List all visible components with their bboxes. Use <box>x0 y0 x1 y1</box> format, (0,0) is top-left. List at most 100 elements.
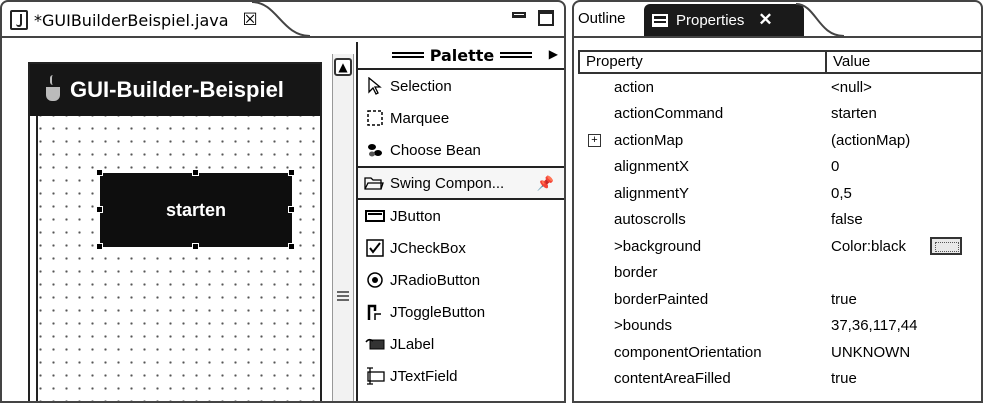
property-name: alignmentY <box>614 184 690 202</box>
close-tab-icon[interactable]: ✕ <box>758 10 772 30</box>
properties-view: Outline Properties ✕ Property Value acti… <box>572 0 983 403</box>
property-value: 0 <box>831 158 840 176</box>
resize-handle-se[interactable] <box>288 243 295 250</box>
property-value: true <box>831 370 857 388</box>
property-name: contentAreaFilled <box>614 370 731 388</box>
property-row[interactable]: border <box>578 260 981 287</box>
window-controls <box>512 10 554 26</box>
palette-item-jbutton[interactable]: JButton <box>358 200 564 232</box>
selection-arrow-icon <box>364 75 386 97</box>
frame-title: GUI-Builder-Beispiel <box>70 77 284 102</box>
palette-item-label: JRadioButton <box>390 271 481 289</box>
java-file-icon <box>10 10 28 30</box>
palette-header[interactable]: Palette ▶ <box>358 42 564 70</box>
scroll-up-icon[interactable]: ▲ <box>334 58 352 76</box>
tab-edge-curve <box>252 2 311 37</box>
property-row[interactable]: componentOrientation UNKNOWN <box>578 339 981 366</box>
column-header-property[interactable]: Property <box>580 52 827 72</box>
property-value: (actionMap) <box>831 131 911 149</box>
resize-handle-e[interactable] <box>288 206 295 213</box>
resize-handle-n[interactable] <box>192 169 199 176</box>
property-row[interactable]: borderPainted true <box>578 286 981 313</box>
property-name: border <box>614 264 658 282</box>
jtextfield-icon <box>364 365 386 387</box>
palette-item-jtextfield[interactable]: JTextField <box>358 360 564 392</box>
palette-item-label: JLabel <box>390 335 435 353</box>
maximize-icon[interactable] <box>538 10 554 26</box>
jradiobutton-icon <box>364 269 386 291</box>
pin-icon[interactable]: 📌 <box>537 175 554 192</box>
resize-handle-ne[interactable] <box>288 169 295 176</box>
vertical-scrollbar[interactable]: ▲ <box>332 54 354 401</box>
property-row[interactable]: alignmentX 0 <box>578 154 981 181</box>
property-name: >background <box>614 237 702 255</box>
resize-handle-s[interactable] <box>192 243 199 250</box>
properties-icon <box>652 13 668 27</box>
palette-item-selection[interactable]: Selection <box>358 70 564 102</box>
property-row[interactable]: action <null> <box>578 74 981 101</box>
palette-tools: Selection Marquee Choose Bean <box>358 70 564 166</box>
minimize-icon[interactable] <box>512 12 526 18</box>
resize-handle-nw[interactable] <box>96 169 103 176</box>
palette-item-label: Selection <box>390 77 452 95</box>
property-name: alignmentX <box>614 158 690 176</box>
palette-item-label: JCheckBox <box>390 239 466 257</box>
choose-bean-icon <box>364 139 386 161</box>
editor-view: *GUIBuilderBeispiel.java ☒ GUI-Builder-B… <box>0 0 566 403</box>
palette-group-swing[interactable]: Swing Compon... 📌 <box>358 166 564 200</box>
property-value: 0,5 <box>831 184 852 202</box>
resize-handle-sw[interactable] <box>96 243 103 250</box>
editor-tab-bar: *GUIBuilderBeispiel.java ☒ <box>2 2 564 38</box>
palette-item-label: JButton <box>390 207 441 225</box>
property-value: UNKNOWN <box>831 343 911 361</box>
property-name: >bounds <box>614 317 672 335</box>
expand-plus-icon[interactable]: + <box>588 133 601 147</box>
property-value: <null> <box>831 78 872 96</box>
property-row[interactable]: >background Color:black <box>578 233 981 260</box>
property-value: false <box>831 211 863 229</box>
property-name: autoscrolls <box>614 211 686 229</box>
palette-panel: Palette ▶ Selection Marquee Choose Bean … <box>356 42 564 401</box>
jlabel-icon <box>364 333 386 355</box>
property-row[interactable]: + actionMap (actionMap) <box>578 127 981 154</box>
editor-tab-title: *GUIBuilderBeispiel.java <box>34 10 229 30</box>
property-name: componentOrientation <box>614 343 762 361</box>
scroll-grip-icon[interactable] <box>337 291 349 301</box>
frame-content-pane[interactable] <box>36 116 320 401</box>
tab-properties-label: Properties <box>676 11 745 29</box>
folder-open-icon <box>364 175 386 191</box>
property-row[interactable]: actionCommand starten <box>578 101 981 128</box>
column-header-value[interactable]: Value <box>827 52 981 72</box>
property-row[interactable]: contentAreaFilled true <box>578 366 981 393</box>
tab-properties[interactable]: Properties ✕ <box>644 4 804 36</box>
palette-item-jtogglebutton[interactable]: JToggleButton <box>358 296 564 328</box>
properties-table-header: Property Value <box>578 50 981 74</box>
palette-item-jcheckbox[interactable]: JCheckBox <box>358 232 564 264</box>
palette-title: Palette <box>429 45 495 65</box>
resize-handle-w[interactable] <box>96 206 103 213</box>
tab-edge-curve <box>796 3 845 37</box>
palette-item-jlabel[interactable]: JLabel <box>358 328 564 360</box>
design-canvas[interactable]: GUI-Builder-Beispiel starten <box>28 62 322 401</box>
properties-table: Property Value action <null> actionComma… <box>578 50 981 393</box>
tab-outline[interactable]: Outline <box>578 10 626 27</box>
frame-title-bar: GUI-Builder-Beispiel <box>30 64 320 116</box>
starten-button[interactable]: starten <box>100 173 292 247</box>
color-picker-button[interactable] <box>930 237 963 256</box>
property-row[interactable]: autoscrolls false <box>578 207 981 234</box>
palette-item-label: Marquee <box>390 109 450 127</box>
palette-item-marquee[interactable]: Marquee <box>358 102 564 134</box>
property-row[interactable]: alignmentY 0,5 <box>578 180 981 207</box>
property-name: actionMap <box>614 131 684 149</box>
jtogglebutton-icon <box>364 301 386 323</box>
palette-menu-icon[interactable]: ▶ <box>549 47 558 61</box>
palette-item-jradiobutton[interactable]: JRadioButton <box>358 264 564 296</box>
marquee-icon <box>364 107 386 129</box>
property-row[interactable]: >bounds 37,36,117,44 <box>578 313 981 340</box>
palette-group-label: Swing Compon... <box>390 174 505 192</box>
palette-components: JButton JCheckBox JRadioButton JToggleBu… <box>358 200 564 392</box>
palette-item-choose-bean[interactable]: Choose Bean <box>358 134 564 166</box>
palette-item-label: JTextField <box>390 367 458 385</box>
property-value: 37,36,117,44 <box>831 317 918 335</box>
palette-item-label: Choose Bean <box>390 141 481 159</box>
